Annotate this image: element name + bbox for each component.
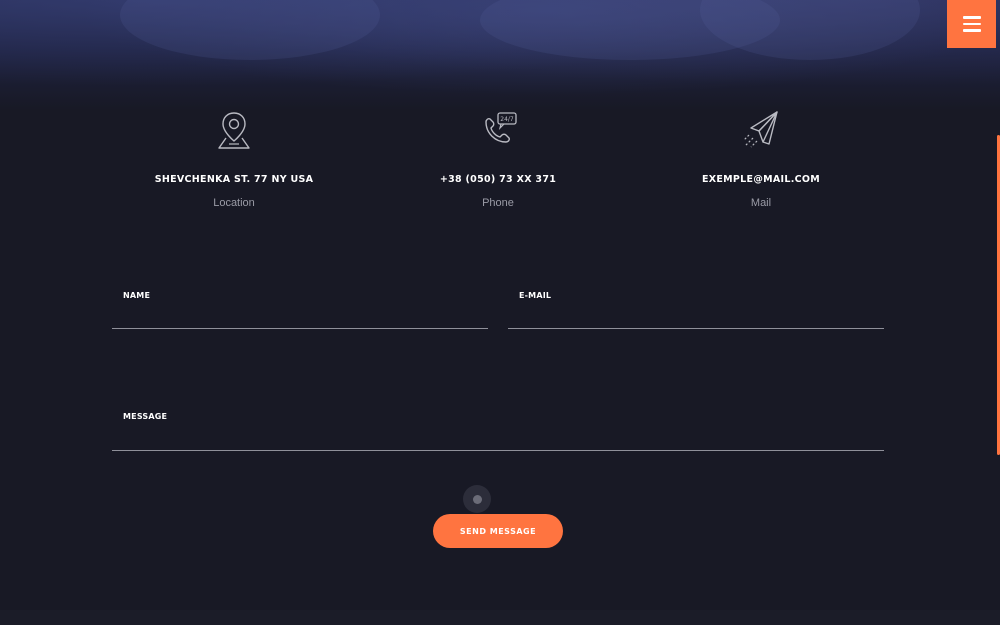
hamburger-icon-bar <box>962 16 981 19</box>
location-label: Location <box>213 197 255 209</box>
email-field: E-MAIL <box>508 288 884 329</box>
hamburger-icon-bar <box>962 29 981 32</box>
phone-number: +38 (050) 73 XX 371 <box>439 174 557 185</box>
contact-info-mail: EXEMPLE@MAIL.COM Mail <box>641 108 881 209</box>
hero-blur-shape <box>120 0 380 60</box>
message-field: MESSAGE <box>112 409 884 451</box>
contact-info-row: SHEVCHENKA ST. 77 NY USA Location 24/7 +… <box>0 108 1000 218</box>
message-textarea[interactable] <box>112 430 884 448</box>
menu-button[interactable] <box>947 0 996 48</box>
name-field: NAME <box>112 288 488 329</box>
map-pin-icon <box>218 112 250 149</box>
footer-strip <box>0 610 1000 625</box>
mail-label: Mail <box>750 197 772 209</box>
email-input[interactable] <box>508 308 884 326</box>
phone-label: Phone <box>482 197 514 209</box>
message-label: MESSAGE <box>123 412 168 421</box>
email-label: E-MAIL <box>519 291 552 300</box>
loading-indicator <box>463 485 491 513</box>
name-label: NAME <box>123 291 151 300</box>
location-address: SHEVCHENKA ST. 77 NY USA <box>154 174 314 185</box>
contact-info-phone: 24/7 +38 (050) 73 XX 371 Phone <box>378 108 618 209</box>
hero-background <box>0 0 1000 110</box>
mail-address: EXEMPLE@MAIL.COM <box>701 174 821 185</box>
send-message-button[interactable]: SEND MESSAGE <box>433 514 563 548</box>
svg-text:24/7: 24/7 <box>500 116 514 123</box>
hamburger-icon-bar <box>962 22 981 26</box>
loading-dot <box>472 494 482 504</box>
paper-plane-icon <box>743 111 778 148</box>
name-input[interactable] <box>112 308 488 326</box>
hero-blur-shape <box>700 0 920 60</box>
contact-info-location: SHEVCHENKA ST. 77 NY USA Location <box>114 108 354 209</box>
phone-24-7-icon: 24/7 <box>485 112 517 143</box>
